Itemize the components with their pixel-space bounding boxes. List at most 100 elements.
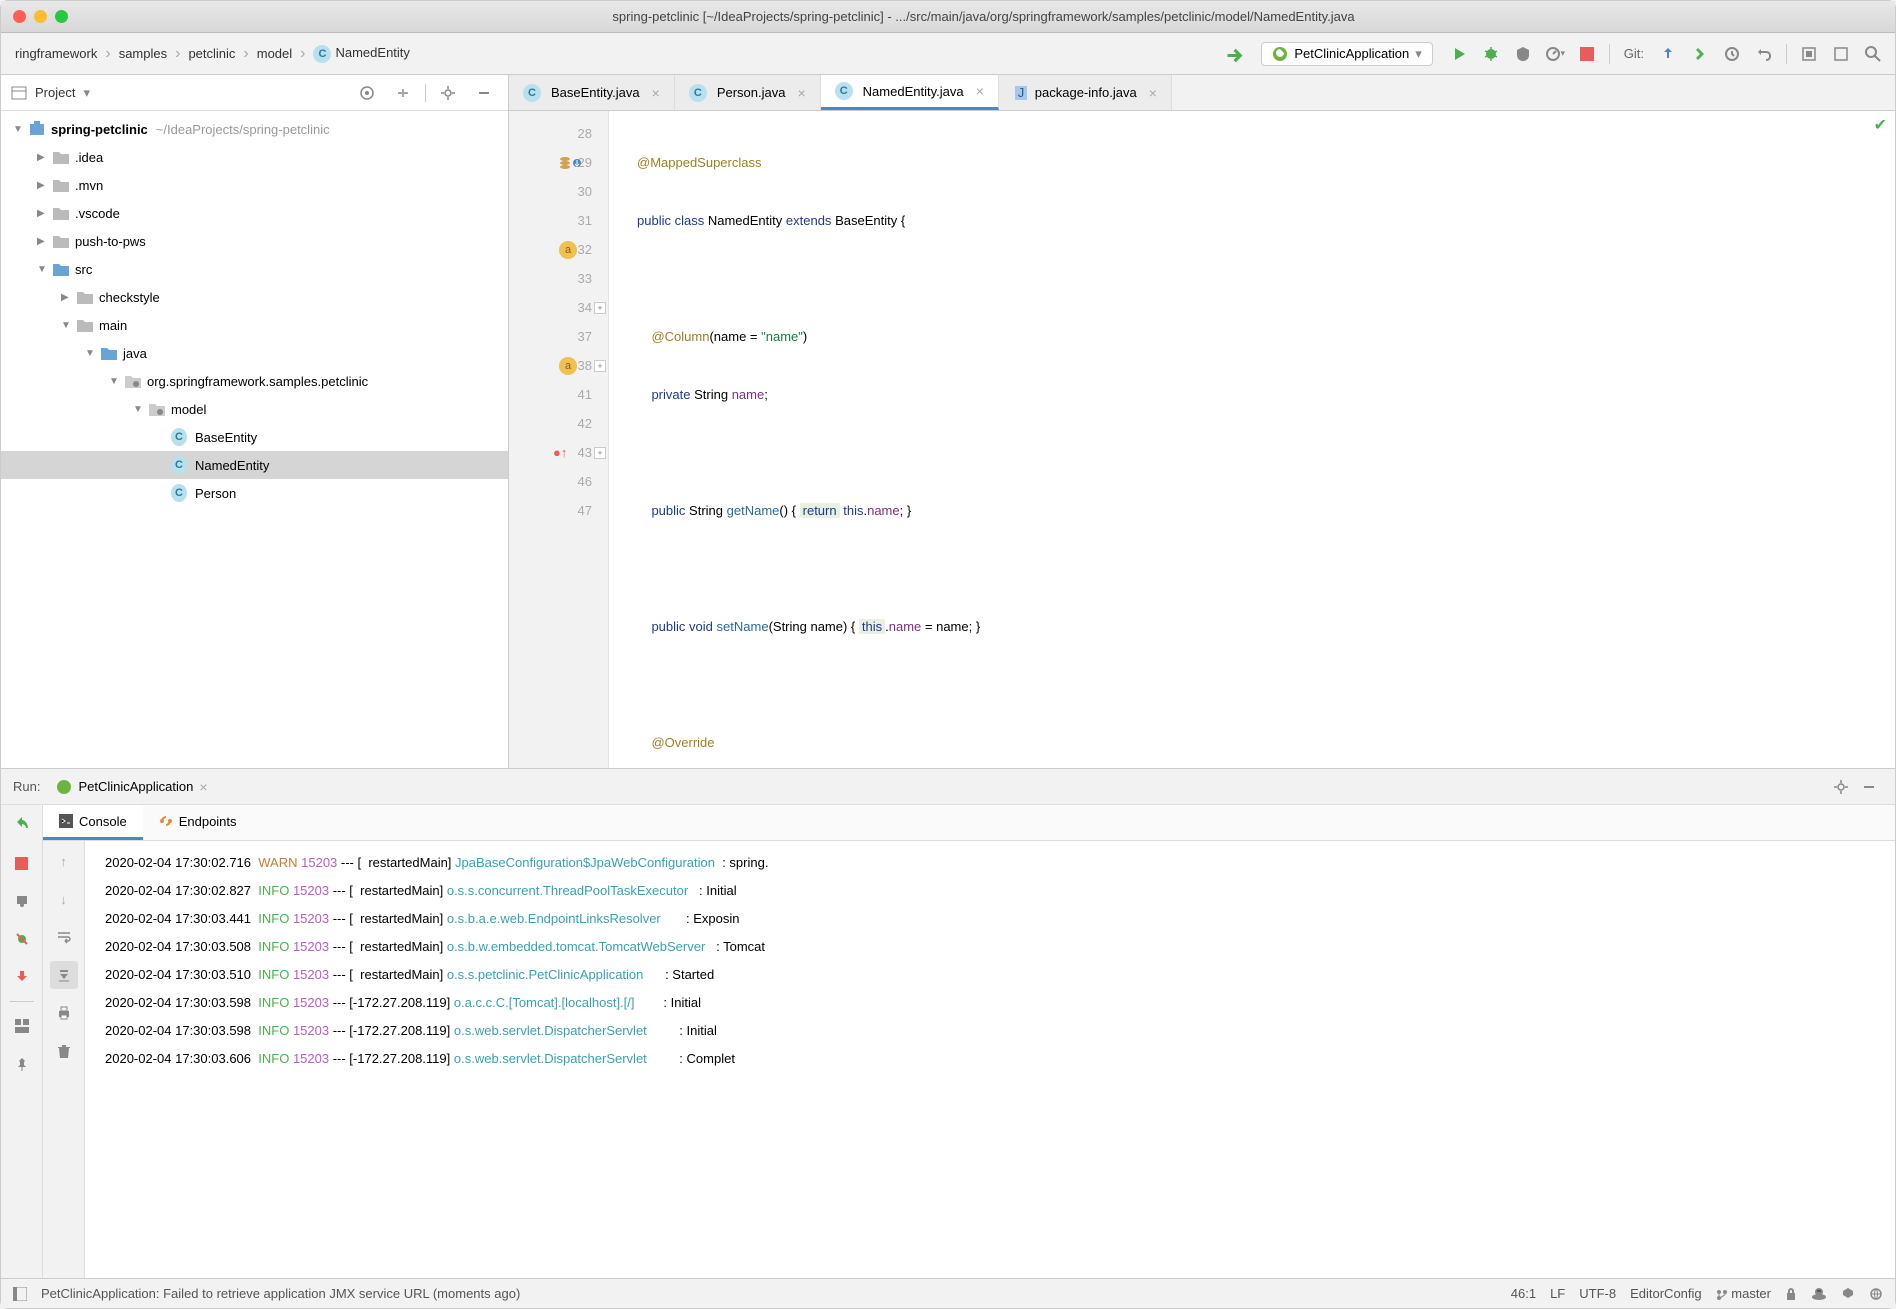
stop-button[interactable] xyxy=(1573,40,1601,68)
tree-row[interactable]: ▼java xyxy=(1,339,508,367)
close-window-button[interactable] xyxy=(13,10,26,23)
soft-wrap-button[interactable] xyxy=(50,923,78,951)
tree-caret[interactable]: ▼ xyxy=(109,376,123,387)
run-config-name[interactable]: PetClinicApplication xyxy=(78,779,193,794)
fold-icon[interactable]: + xyxy=(594,447,606,459)
settings-button[interactable] xyxy=(434,79,462,107)
gutter-line[interactable]: a+38 xyxy=(509,351,608,380)
project-tree[interactable]: ▼ spring-petclinic ~/IdeaProjects/spring… xyxy=(1,111,508,768)
console-tab[interactable]: Console xyxy=(43,805,143,840)
close-icon[interactable]: × xyxy=(652,85,660,101)
editor-tab[interactable]: Jpackage-info.java× xyxy=(999,75,1172,110)
minimize-window-button[interactable] xyxy=(34,10,47,23)
print-button[interactable] xyxy=(50,999,78,1027)
down-button[interactable]: ↓ xyxy=(50,885,78,913)
tree-row[interactable]: ▶.mvn xyxy=(1,171,508,199)
tool-windows-button[interactable] xyxy=(13,1287,27,1301)
gutter-line[interactable]: 42 xyxy=(509,409,608,438)
tree-caret[interactable]: ▶ xyxy=(37,180,51,191)
rerun-button[interactable] xyxy=(8,811,36,839)
clear-button[interactable] xyxy=(50,1037,78,1065)
expand-all-button[interactable] xyxy=(389,79,417,107)
chevron-down-icon[interactable]: ▾ xyxy=(83,85,90,101)
fold-icon[interactable]: + xyxy=(594,302,606,314)
accessor-icon[interactable]: a xyxy=(559,357,577,375)
pin-button[interactable] xyxy=(8,1050,36,1078)
editor-tab[interactable]: CPerson.java× xyxy=(675,75,821,110)
editor-tab[interactable]: CBaseEntity.java× xyxy=(509,75,675,110)
tree-caret[interactable]: ▼ xyxy=(85,348,99,359)
tree-caret[interactable]: ▶ xyxy=(37,208,51,219)
inspection-ok-icon[interactable]: ✔ xyxy=(1874,115,1887,135)
project-panel-title[interactable]: Project xyxy=(35,85,75,100)
tree-row[interactable]: ▼org.springframework.samples.petclinic xyxy=(1,367,508,395)
inspector-icon[interactable] xyxy=(1811,1287,1827,1301)
exit-button[interactable] xyxy=(8,963,36,991)
tree-row[interactable]: CNamedEntity xyxy=(1,451,508,479)
tree-row[interactable]: ▶checkstyle xyxy=(1,283,508,311)
lock-icon[interactable] xyxy=(1785,1287,1797,1301)
override-icon[interactable]: ●↑ xyxy=(553,445,567,460)
caret-position[interactable]: 46:1 xyxy=(1511,1286,1536,1301)
tree-row[interactable]: ▼main xyxy=(1,311,508,339)
breadcrumb-item[interactable]: model xyxy=(251,44,298,63)
settings-button[interactable] xyxy=(1827,773,1855,801)
gutter-line[interactable]: 29 xyxy=(509,148,608,177)
tree-row[interactable]: ▶push-to-pws xyxy=(1,227,508,255)
tree-row[interactable]: ▶.vscode xyxy=(1,199,508,227)
git-history-button[interactable] xyxy=(1718,40,1746,68)
line-separator[interactable]: LF xyxy=(1550,1286,1565,1301)
gutter-line[interactable]: 47 xyxy=(509,496,608,525)
profile-button[interactable]: ▾ xyxy=(1541,40,1569,68)
db-icon[interactable] xyxy=(559,155,583,171)
gutter-line[interactable]: 41 xyxy=(509,380,608,409)
hide-button[interactable] xyxy=(470,79,498,107)
stop-button[interactable] xyxy=(8,849,36,877)
gutter-line[interactable]: 33 xyxy=(509,264,608,293)
coverage-button[interactable] xyxy=(1509,40,1537,68)
tree-row[interactable]: CBaseEntity xyxy=(1,423,508,451)
tree-row[interactable]: ▼src xyxy=(1,255,508,283)
close-icon[interactable]: × xyxy=(1149,85,1157,101)
gutter-line[interactable]: 28 xyxy=(509,119,608,148)
git-branch[interactable]: master xyxy=(1716,1286,1771,1301)
gutter-line[interactable]: +34 xyxy=(509,293,608,322)
attach-debugger-button[interactable] xyxy=(8,925,36,953)
editor-gutter[interactable]: 28293031a3233+3437a+384142●↑+434647 xyxy=(509,111,609,768)
file-encoding[interactable]: UTF-8 xyxy=(1579,1286,1616,1301)
search-button[interactable] xyxy=(1859,40,1887,68)
tree-caret[interactable]: ▼ xyxy=(13,124,27,135)
editor-tab[interactable]: CNamedEntity.java× xyxy=(821,75,999,110)
gutter-line[interactable]: ●↑+43 xyxy=(509,438,608,467)
code-editor[interactable]: ✔ 28293031a3233+3437a+384142●↑+434647 @M… xyxy=(509,111,1895,768)
gutter-line[interactable]: 30 xyxy=(509,177,608,206)
accessor-icon[interactable]: a xyxy=(559,241,577,259)
git-update-button[interactable] xyxy=(1654,40,1682,68)
console-output[interactable]: 2020-02-04 17:30:02.716 WARN 15203 --- [… xyxy=(85,841,1895,1278)
tree-caret[interactable]: ▶ xyxy=(37,236,51,247)
hide-button[interactable] xyxy=(1855,773,1883,801)
git-revert-button[interactable] xyxy=(1750,40,1778,68)
breadcrumb-item[interactable]: petclinic xyxy=(182,44,241,63)
build-button[interactable] xyxy=(1221,40,1249,68)
zoom-window-button[interactable] xyxy=(55,10,68,23)
ide-settings-button[interactable] xyxy=(1827,40,1855,68)
tree-row[interactable]: ▶.idea xyxy=(1,143,508,171)
gutter-line[interactable]: a32 xyxy=(509,235,608,264)
tree-caret[interactable]: ▼ xyxy=(61,320,75,331)
git-commit-button[interactable] xyxy=(1686,40,1714,68)
status-message[interactable]: PetClinicApplication: Failed to retrieve… xyxy=(41,1286,520,1301)
debug-button[interactable] xyxy=(1477,40,1505,68)
tree-caret[interactable]: ▼ xyxy=(37,264,51,275)
run-button[interactable] xyxy=(1445,40,1473,68)
code-content[interactable]: @MappedSuperclass public class NamedEnti… xyxy=(609,111,1895,768)
dump-threads-button[interactable] xyxy=(8,887,36,915)
tree-root[interactable]: ▼ spring-petclinic ~/IdeaProjects/spring… xyxy=(1,115,508,143)
fold-icon[interactable]: + xyxy=(594,360,606,372)
close-icon[interactable]: × xyxy=(797,85,805,101)
run-configuration-selector[interactable]: PetClinicApplication ▾ xyxy=(1261,42,1432,66)
memory-indicator[interactable] xyxy=(1841,1287,1855,1301)
editor-config[interactable]: EditorConfig xyxy=(1630,1286,1702,1301)
tree-row[interactable]: ▼model xyxy=(1,395,508,423)
search-everywhere-button[interactable] xyxy=(1795,40,1823,68)
